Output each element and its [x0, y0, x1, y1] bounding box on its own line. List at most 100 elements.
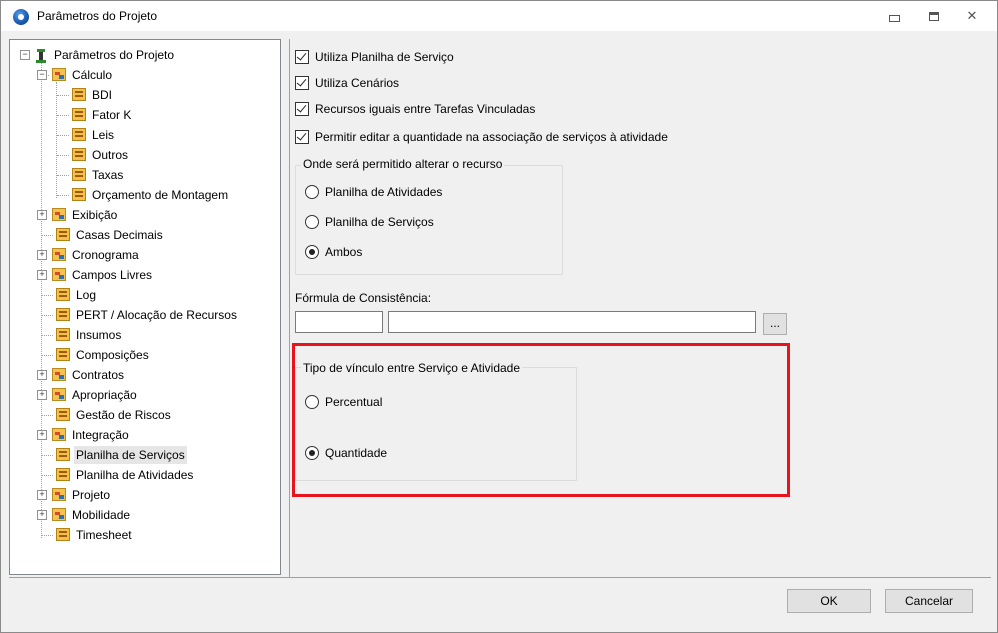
- tree-item-casas-decimais[interactable]: Casas Decimais: [10, 226, 278, 244]
- tree-connector: [41, 315, 53, 316]
- tree-item-bdi[interactable]: BDI: [10, 86, 278, 104]
- expand-icon[interactable]: +: [37, 510, 47, 520]
- expand-icon[interactable]: +: [37, 210, 47, 220]
- tree-item-label: Projeto: [72, 488, 111, 502]
- checkbox-checked-icon[interactable]: [295, 50, 309, 64]
- tree-item-planilha-atividades[interactable]: Planilha de Atividades: [10, 466, 278, 484]
- settings-page-icon: [56, 328, 70, 341]
- close-button[interactable]: ✕: [959, 6, 985, 26]
- tree-item-label: Gestão de Riscos: [76, 408, 171, 422]
- tree-item-apropriacao[interactable]: + Apropriação: [10, 386, 278, 404]
- settings-page-icon: [56, 468, 70, 481]
- tree-connector: [41, 415, 53, 416]
- expand-icon[interactable]: +: [37, 250, 47, 260]
- expand-icon[interactable]: +: [37, 390, 47, 400]
- settings-page-icon: [72, 88, 86, 101]
- settings-page-icon: [72, 168, 86, 181]
- tree-connector: [57, 135, 69, 136]
- settings-tree-panel[interactable]: − Parâmetros do Projeto − Cálculo BDI Fa…: [9, 39, 281, 575]
- minimize-icon: [888, 15, 900, 22]
- project-root-icon: [34, 48, 48, 63]
- tree-item-fator-k[interactable]: Fator K: [10, 106, 278, 124]
- radio-selected-icon[interactable]: [305, 245, 319, 259]
- tree-item-label: Composições: [76, 348, 149, 362]
- checkbox-checked-icon[interactable]: [295, 130, 309, 144]
- tree-item-taxas[interactable]: Taxas: [10, 166, 278, 184]
- formula-expression-input[interactable]: [388, 311, 756, 333]
- tree-connector: [57, 115, 69, 116]
- tree-item-exibicao[interactable]: + Exibição: [10, 206, 278, 224]
- tree-connector: [57, 195, 69, 196]
- maximize-icon: [929, 12, 939, 21]
- cancel-button[interactable]: Cancelar: [885, 589, 973, 613]
- folder-icon: [52, 508, 66, 521]
- checkbox-label: Recursos iguais entre Tarefas Vinculadas: [315, 102, 536, 116]
- tree-item-mobilidade[interactable]: + Mobilidade: [10, 506, 278, 524]
- tree-item-label: Outros: [92, 148, 129, 162]
- tree-item-cronograma[interactable]: + Cronograma: [10, 246, 278, 264]
- folder-icon: [52, 428, 66, 441]
- tree-root[interactable]: − Parâmetros do Projeto: [10, 46, 278, 64]
- folder-icon: [52, 68, 66, 81]
- tree-item-label: Orçamento de Montagem: [92, 188, 229, 202]
- ok-button[interactable]: OK: [787, 589, 871, 613]
- tree-item-label: Campos Livres: [72, 268, 153, 282]
- settings-content: Utiliza Planilha de Serviço Utiliza Cená…: [291, 39, 991, 577]
- tree-item-outros[interactable]: Outros: [10, 146, 278, 164]
- settings-tree: − Parâmetros do Projeto − Cálculo BDI Fa…: [10, 40, 280, 574]
- settings-page-icon: [56, 448, 70, 461]
- radio-label: Planilha de Atividades: [325, 185, 443, 199]
- tree-item-label: Casas Decimais: [76, 228, 163, 242]
- tree-item-label: Cálculo: [72, 68, 113, 82]
- maximize-button[interactable]: [921, 6, 947, 26]
- tree-connector: [41, 475, 53, 476]
- radio-icon[interactable]: [305, 215, 319, 229]
- expand-icon[interactable]: +: [37, 490, 47, 500]
- tree-item-projeto[interactable]: + Projeto: [10, 486, 278, 504]
- formula-browse-button[interactable]: ...: [763, 313, 787, 335]
- window-title: Parâmetros do Projeto: [37, 9, 158, 23]
- formula-code-input[interactable]: [295, 311, 383, 333]
- tree-item-label: Leis: [92, 128, 115, 142]
- tree-connector: [41, 335, 53, 336]
- panel-splitter[interactable]: [285, 39, 290, 577]
- tree-item-log[interactable]: Log: [10, 286, 278, 304]
- expand-icon[interactable]: +: [37, 370, 47, 380]
- collapse-icon[interactable]: −: [37, 70, 47, 80]
- dialog-window: Parâmetros do Projeto ✕ − Parâmetros do …: [0, 0, 998, 633]
- radio-icon[interactable]: [305, 185, 319, 199]
- tree-item-composicoes[interactable]: Composições: [10, 346, 278, 364]
- tree-item-campos-livres[interactable]: + Campos Livres: [10, 266, 278, 284]
- expand-icon[interactable]: +: [37, 430, 47, 440]
- folder-icon: [52, 248, 66, 261]
- title-bar: Parâmetros do Projeto ✕: [1, 1, 997, 31]
- expand-icon[interactable]: +: [37, 270, 47, 280]
- tree-item-label: Planilha de Serviços: [74, 446, 187, 464]
- minimize-button[interactable]: [881, 6, 907, 26]
- checkbox-label: Permitir editar a quantidade na associaç…: [315, 130, 668, 144]
- tree-item-gestao-riscos[interactable]: Gestão de Riscos: [10, 406, 278, 424]
- tree-item-integracao[interactable]: + Integração: [10, 426, 278, 444]
- tree-item-label: Cronograma: [72, 248, 139, 262]
- tree-connector: [57, 175, 69, 176]
- tree-connector: [57, 95, 69, 96]
- settings-page-icon: [56, 228, 70, 241]
- checkbox-label: Utiliza Planilha de Serviço: [315, 50, 454, 64]
- checkbox-checked-icon[interactable]: [295, 76, 309, 90]
- collapse-icon[interactable]: −: [20, 50, 30, 60]
- settings-page-icon: [72, 128, 86, 141]
- tree-item-planilha-servicos[interactable]: Planilha de Serviços: [10, 446, 278, 464]
- folder-icon: [52, 268, 66, 281]
- formula-label: Fórmula de Consistência:: [295, 291, 432, 305]
- settings-page-icon: [56, 528, 70, 541]
- tree-item-contratos[interactable]: + Contratos: [10, 366, 278, 384]
- tree-item-leis[interactable]: Leis: [10, 126, 278, 144]
- tree-item-pert[interactable]: PERT / Alocação de Recursos: [10, 306, 278, 324]
- tree-item-orcamento-montagem[interactable]: Orçamento de Montagem: [10, 186, 278, 204]
- tree-item-insumos[interactable]: Insumos: [10, 326, 278, 344]
- tree-item-calculo[interactable]: − Cálculo: [10, 66, 278, 84]
- checkbox-checked-icon[interactable]: [295, 102, 309, 116]
- tree-item-timesheet[interactable]: Timesheet: [10, 526, 278, 544]
- tree-connector: [41, 235, 53, 236]
- tree-item-label: Log: [76, 288, 97, 302]
